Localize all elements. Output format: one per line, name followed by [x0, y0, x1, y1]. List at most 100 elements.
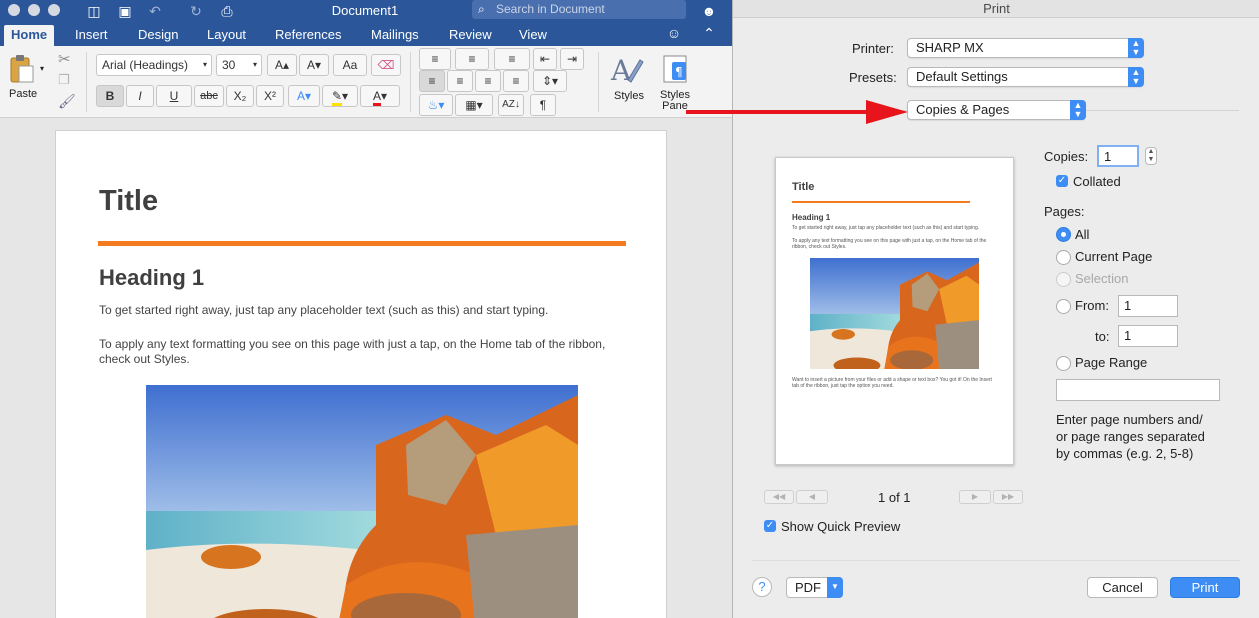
format-painter-icon[interactable]: 🖌 [58, 93, 76, 110]
paste-dropdown-icon[interactable]: ▾ [40, 64, 44, 73]
chevron-down-icon: ▾ [202, 60, 207, 69]
print-button[interactable]: Print [1170, 577, 1240, 598]
grow-font-button[interactable]: A▴ [267, 54, 297, 76]
sidebar-toggle-icon[interactable]: ◫ [85, 2, 103, 20]
first-page-button[interactable]: ◀◀ [764, 490, 794, 504]
print-preview-page: Title Heading 1 To get started right awa… [775, 157, 1014, 465]
italic-button[interactable]: I [126, 85, 154, 107]
pdf-menu-button[interactable]: PDF ▼ [786, 577, 843, 598]
page-title[interactable]: Title [99, 185, 158, 218]
to-page-input[interactable]: 1 [1118, 325, 1178, 347]
pages-all-radio[interactable] [1056, 227, 1071, 242]
show-formatting-button[interactable]: ¶ [530, 94, 556, 116]
page-paragraph-2[interactable]: To apply any text formatting you see on … [99, 337, 629, 367]
preview-paragraph-2: To apply any text formatting you see on … [792, 238, 987, 250]
minimize-window-button[interactable] [28, 4, 40, 16]
subscript-button[interactable]: X₂ [226, 85, 254, 107]
underline-button[interactable]: U [156, 85, 192, 107]
document-canvas[interactable]: Title Heading 1 To get started right awa… [0, 118, 732, 618]
save-icon[interactable]: ▣ [116, 2, 134, 20]
next-page-button[interactable]: ▶ [959, 490, 991, 504]
cancel-button[interactable]: Cancel [1087, 577, 1158, 598]
divider [410, 52, 411, 112]
printer-label: Printer: [852, 41, 894, 56]
decrease-indent-icon[interactable]: ⇤ [533, 48, 557, 70]
numbering-icon[interactable]: ≡ [455, 48, 489, 70]
bullets-icon[interactable]: ≡ [419, 48, 451, 70]
shading-icon[interactable]: ♨▾ [419, 94, 453, 116]
sort-icon[interactable]: AZ↓ [498, 94, 524, 116]
font-name-select[interactable]: Arial (Headings) ▾ [96, 54, 212, 76]
clipboard-icon [10, 55, 34, 83]
align-right-icon[interactable]: ≡ [475, 70, 501, 92]
preview-photo [810, 258, 979, 369]
close-window-button[interactable] [8, 4, 20, 16]
tab-references[interactable]: References [268, 25, 348, 46]
undo-icon[interactable]: ↶ [146, 2, 164, 20]
text-effects-icon[interactable]: A▾ [288, 85, 320, 107]
collated-checkbox[interactable]: ✓ [1056, 175, 1068, 187]
tab-mailings[interactable]: Mailings [364, 25, 426, 46]
increase-indent-icon[interactable]: ⇥ [560, 48, 584, 70]
smiley-feedback-icon[interactable]: ☺ [665, 24, 683, 42]
superscript-button[interactable]: X² [256, 85, 284, 107]
tab-view[interactable]: View [512, 25, 554, 46]
align-center-icon[interactable]: ≡ [447, 70, 473, 92]
borders-icon[interactable]: ▦▾ [455, 94, 493, 116]
pages-current-radio[interactable] [1056, 250, 1071, 265]
change-case-button[interactable]: Aa [333, 54, 367, 76]
show-quick-preview-checkbox[interactable]: ✓ [764, 520, 776, 532]
paste-label: Paste [9, 88, 38, 100]
document-page[interactable]: Title Heading 1 To get started right awa… [55, 130, 667, 618]
chevron-down-icon: ▼ [827, 577, 843, 598]
preview-title: Title [792, 181, 815, 193]
tab-design[interactable]: Design [131, 25, 185, 46]
page-range-hint: Enter page numbers and/ or page ranges s… [1056, 412, 1205, 461]
zoom-window-button[interactable] [48, 4, 60, 16]
copy-icon[interactable]: ❐ [58, 72, 70, 88]
clear-formatting-icon[interactable]: ⌫ [371, 54, 401, 76]
highlight-icon[interactable]: ✎▾ [322, 85, 358, 107]
from-page-input[interactable]: 1 [1118, 295, 1178, 317]
print-section-select[interactable]: Copies & Pages ▲ ▼ [907, 100, 1086, 120]
pages-selection-radio [1056, 272, 1071, 287]
ribbon-tabs: Home Insert Design Layout References Mai… [0, 22, 732, 46]
styles-gallery-button[interactable]: A Styles [608, 52, 652, 106]
tab-home[interactable]: Home [4, 25, 55, 46]
copies-stepper[interactable]: ▲ ▼ [1145, 147, 1157, 165]
shrink-font-button[interactable]: A▾ [299, 54, 329, 76]
strikethrough-button[interactable]: abc [194, 85, 224, 107]
collapse-ribbon-icon[interactable]: ⌃ [700, 24, 718, 42]
last-page-button[interactable]: ▶▶ [993, 490, 1023, 504]
search-document-input[interactable]: ⌕ Search in Document [472, 0, 686, 19]
line-spacing-icon[interactable]: ⇕▾ [533, 70, 567, 92]
font-name-value: Arial (Headings) [102, 58, 189, 72]
previous-page-button[interactable]: ◀ [796, 490, 828, 504]
page-range-radio[interactable] [1056, 356, 1071, 371]
multilevel-list-icon[interactable]: ≡ [494, 48, 530, 70]
tab-layout[interactable]: Layout [200, 25, 253, 46]
page-paragraph-1[interactable]: To get started right away, just tap any … [99, 303, 629, 318]
share-person-icon[interactable]: ☻ [700, 2, 718, 20]
help-button[interactable]: ? [752, 577, 772, 597]
paste-button[interactable]: Paste [6, 54, 42, 104]
presets-select[interactable]: Default Settings ▲ ▼ [907, 67, 1144, 87]
page-range-input[interactable] [1056, 379, 1220, 401]
document-photo[interactable] [146, 385, 578, 618]
page-heading[interactable]: Heading 1 [99, 265, 204, 291]
beach-rocks-image [146, 385, 578, 618]
show-quick-preview-label: Show Quick Preview [781, 519, 901, 534]
font-size-select[interactable]: 30 ▾ [216, 54, 262, 76]
font-color-icon[interactable]: A▾ [360, 85, 400, 107]
pages-from-radio[interactable] [1056, 299, 1071, 314]
print-icon[interactable]: ⎙ [218, 2, 236, 20]
align-left-icon[interactable]: ≡ [419, 70, 445, 92]
copies-input[interactable]: 1 [1097, 145, 1139, 167]
redo-icon[interactable]: ↻ [187, 2, 205, 20]
tab-insert[interactable]: Insert [68, 25, 115, 46]
tab-review[interactable]: Review [442, 25, 499, 46]
cut-icon[interactable]: ✂ [58, 50, 71, 68]
justify-icon[interactable]: ≡ [503, 70, 529, 92]
printer-select[interactable]: SHARP MX ▲ ▼ [907, 38, 1144, 58]
bold-button[interactable]: B [96, 85, 124, 107]
